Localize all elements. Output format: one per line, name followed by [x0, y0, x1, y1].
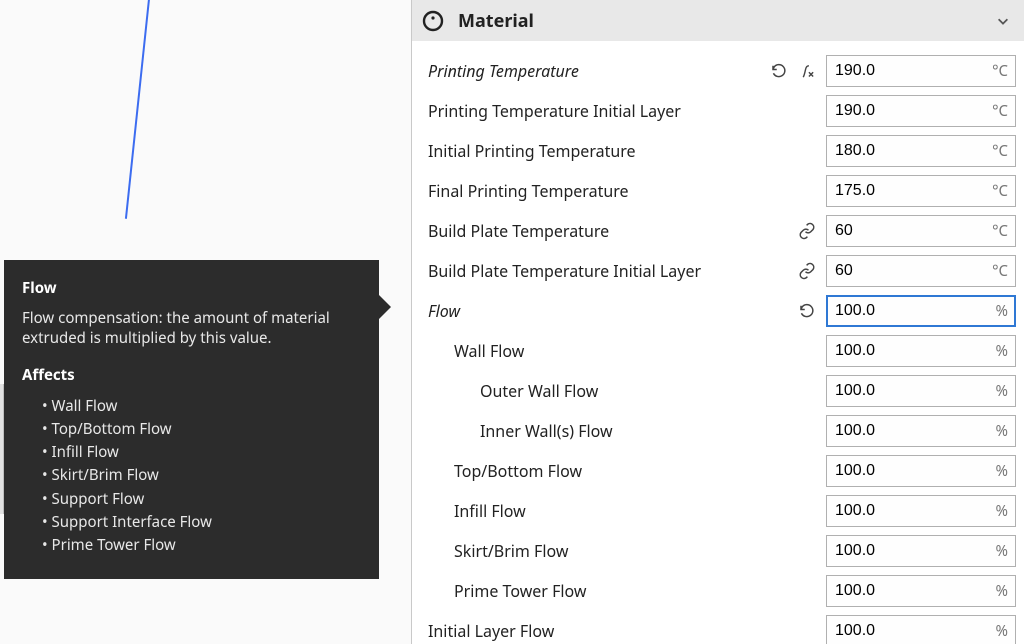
row-printing-temperature-initial-layer: Printing Temperature Initial Layer °C — [428, 91, 1016, 131]
prime-tower-flow-input[interactable] — [826, 575, 1016, 607]
settings-panel: Material Printing Temperature — [412, 0, 1024, 644]
setting-label: Wall Flow — [428, 340, 776, 362]
link-icon[interactable] — [796, 260, 818, 282]
tooltip-affects-heading: Affects — [22, 365, 361, 385]
row-top-bottom-flow: Top/Bottom Flow % — [428, 451, 1016, 491]
row-initial-layer-flow: Initial Layer Flow % — [428, 611, 1016, 644]
tooltip-affects-list: Wall Flow Top/Bottom Flow Infill Flow Sk… — [22, 395, 361, 558]
material-settings-list: Printing Temperature °C Printing Tempera… — [412, 41, 1024, 644]
row-build-plate-temperature: Build Plate Temperature °C — [428, 211, 1016, 251]
setting-label: Final Printing Temperature — [428, 180, 776, 202]
tooltip-affects-item: Top/Bottom Flow — [42, 418, 361, 441]
material-section-header[interactable]: Material — [412, 0, 1024, 41]
setting-label: Initial Printing Temperature — [428, 140, 776, 162]
setting-label: Top/Bottom Flow — [428, 460, 776, 482]
initial-layer-flow-input[interactable] — [826, 615, 1016, 644]
row-final-printing-temperature: Final Printing Temperature °C — [428, 171, 1016, 211]
chevron-down-icon[interactable] — [994, 12, 1012, 30]
build-plate-temperature-input[interactable] — [826, 215, 1016, 247]
tooltip-affects-item: Wall Flow — [42, 395, 361, 418]
row-initial-printing-temperature: Initial Printing Temperature °C — [428, 131, 1016, 171]
model-edge-line — [125, 0, 152, 219]
setting-label: Printing Temperature — [428, 60, 768, 82]
final-printing-temperature-input[interactable] — [826, 175, 1016, 207]
setting-label: Flow — [428, 300, 776, 322]
printing-temperature-field: °C — [826, 55, 1016, 87]
row-wall-flow: Wall Flow % — [428, 331, 1016, 371]
setting-label: Infill Flow — [428, 500, 776, 522]
build-plate-temperature-initial-input[interactable] — [826, 255, 1016, 287]
wall-flow-input[interactable] — [826, 335, 1016, 367]
formula-icon[interactable] — [796, 60, 818, 82]
link-icon[interactable] — [796, 220, 818, 242]
printing-temperature-initial-input[interactable] — [826, 95, 1016, 127]
setting-label: Skirt/Brim Flow — [428, 540, 776, 562]
printing-temperature-input[interactable] — [826, 55, 1016, 87]
viewport-pane: Flow Flow compensation: the amount of ma… — [0, 0, 412, 644]
row-outer-wall-flow: Outer Wall Flow % — [428, 371, 1016, 411]
reset-icon[interactable] — [796, 300, 818, 322]
row-skirt-brim-flow: Skirt/Brim Flow % — [428, 531, 1016, 571]
initial-printing-temperature-input[interactable] — [826, 135, 1016, 167]
setting-label: Prime Tower Flow — [428, 580, 776, 602]
setting-label: Build Plate Temperature Initial Layer — [428, 260, 776, 282]
tooltip-affects-item: Skirt/Brim Flow — [42, 464, 361, 487]
tooltip-description: Flow compensation: the amount of materia… — [22, 308, 361, 349]
row-printing-temperature: Printing Temperature °C — [428, 51, 1016, 91]
setting-label: Inner Wall(s) Flow — [428, 420, 776, 442]
reset-icon[interactable] — [768, 60, 790, 82]
inner-wall-flow-input[interactable] — [826, 415, 1016, 447]
row-prime-tower-flow: Prime Tower Flow % — [428, 571, 1016, 611]
material-icon — [420, 8, 446, 34]
tooltip-affects-item: Support Flow — [42, 488, 361, 511]
infill-flow-input[interactable] — [826, 495, 1016, 527]
row-build-plate-temperature-initial-layer: Build Plate Temperature Initial Layer °C — [428, 251, 1016, 291]
setting-label: Printing Temperature Initial Layer — [428, 100, 776, 122]
tooltip-affects-item: Infill Flow — [42, 441, 361, 464]
skirt-brim-flow-input[interactable] — [826, 535, 1016, 567]
row-flow: Flow % — [428, 291, 1016, 331]
material-section-title: Material — [458, 9, 994, 33]
setting-label: Initial Layer Flow — [428, 620, 776, 642]
setting-label: Build Plate Temperature — [428, 220, 776, 242]
flow-input[interactable] — [826, 295, 1016, 327]
outer-wall-flow-input[interactable] — [826, 375, 1016, 407]
tooltip-affects-item: Support Interface Flow — [42, 511, 361, 534]
tooltip-title: Flow — [22, 278, 361, 298]
setting-label: Outer Wall Flow — [428, 380, 776, 402]
top-bottom-flow-input[interactable] — [826, 455, 1016, 487]
row-inner-wall-flow: Inner Wall(s) Flow % — [428, 411, 1016, 451]
tooltip-affects-item: Prime Tower Flow — [42, 534, 361, 557]
row-infill-flow: Infill Flow % — [428, 491, 1016, 531]
setting-tooltip: Flow Flow compensation: the amount of ma… — [4, 260, 379, 579]
